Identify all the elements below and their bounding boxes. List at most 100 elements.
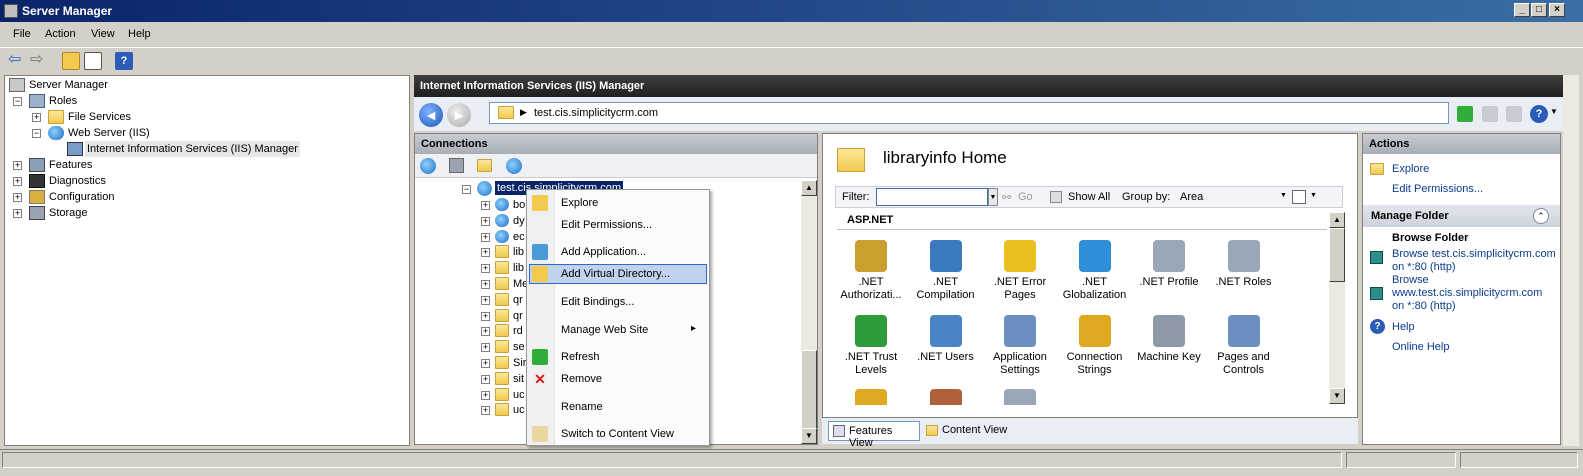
expand-toggle[interactable]: + [13,193,22,202]
menu-file[interactable]: File [13,28,31,40]
expand-toggle[interactable]: + [481,327,490,337]
feature-tile[interactable]: .NET Trust Levels [835,315,907,377]
link-line: www.test.cis.simplicitycrm.com [1392,287,1543,299]
expand-toggle[interactable]: + [481,343,490,353]
expand-toggle[interactable]: + [13,177,22,186]
context-menu-item[interactable]: Remove [561,369,602,389]
menu-view[interactable]: View [91,28,115,40]
group-by-chevron-icon[interactable]: ▼ [1280,192,1287,199]
expand-toggle[interactable]: + [481,374,490,384]
up-folder-icon[interactable] [477,159,492,172]
action-edit-permissions[interactable]: Edit Permissions... [1392,183,1483,196]
action-online-help[interactable]: Online Help [1392,341,1449,354]
context-menu-item[interactable]: Refresh [561,347,600,367]
close-button[interactable]: × [1549,3,1565,17]
context-menu-item[interactable]: Explore [561,193,598,213]
scroll-thumb[interactable] [1329,228,1345,282]
iis-manager-icon [67,142,83,156]
chevron-down-icon[interactable]: ▼ [1550,107,1558,116]
view-mode-icon[interactable] [1292,190,1306,204]
expand-toggle[interactable]: + [481,390,490,400]
feature-tile[interactable]: .NET Compilation [910,240,982,302]
feature-tile[interactable]: Pages and Controls [1208,315,1280,377]
feature-tile[interactable]: .NET Roles [1208,240,1280,289]
feature-tile[interactable]: .NET Authorizati... [835,240,907,302]
context-menu-item[interactable]: Edit Permissions... [561,215,652,235]
back-icon[interactable]: ◄ [419,103,443,127]
delete-connection-icon[interactable] [506,158,522,174]
back-icon[interactable]: ⇦ [8,52,26,70]
forward-icon[interactable]: ⇨ [30,52,48,70]
connect-icon[interactable] [420,158,436,174]
expand-toggle[interactable]: + [481,216,490,226]
feature-tile[interactable]: .NET Error Pages [984,240,1056,302]
context-menu-item[interactable]: Switch to Content View [561,424,674,444]
features-scrollbar[interactable]: ▲ ▼ [1329,212,1345,404]
filter-dropdown-chevron-icon[interactable]: ▼ [988,188,998,206]
feature-tile-partial-icon[interactable] [1004,389,1036,405]
view-mode-chevron-icon[interactable]: ▼ [1310,192,1317,199]
up-folder-icon[interactable] [62,52,80,70]
scroll-down-icon[interactable]: ▼ [1329,388,1345,404]
feature-tile[interactable]: Machine Key [1133,315,1205,364]
collapse-toggle[interactable]: − [32,129,41,138]
feature-tile[interactable]: .NET Users [910,315,982,364]
help-icon[interactable]: ? [115,52,133,70]
filter-input[interactable] [876,188,988,206]
tab-features-view[interactable]: Features View [828,421,920,449]
scroll-up-icon[interactable]: ▲ [801,180,817,196]
scroll-thumb[interactable] [801,350,817,430]
tab-content-view[interactable]: Content View [924,421,1014,441]
scroll-down-icon[interactable]: ▼ [801,428,817,444]
go-button[interactable]: Go [1018,191,1033,203]
feature-tile[interactable]: Connection Strings [1059,315,1131,377]
minimize-button[interactable]: _ [1514,3,1530,17]
menu-action[interactable]: Action [45,28,76,40]
context-menu-item[interactable]: Add Virtual Directory... [561,264,670,284]
feature-tile-partial-icon[interactable] [855,389,887,405]
save-icon[interactable] [449,158,464,173]
folder-icon [495,277,509,290]
expand-toggle[interactable]: + [481,295,490,305]
help-icon[interactable]: ? [1530,105,1548,123]
feature-tile[interactable]: Application Settings [984,315,1056,377]
expand-toggle[interactable]: + [481,406,490,416]
feature-tile[interactable]: .NET Profile [1133,240,1205,289]
show-all-button[interactable]: Show All [1068,191,1110,203]
context-menu-item[interactable]: Add Application... [561,242,646,262]
expand-toggle[interactable]: + [481,280,490,289]
expand-toggle[interactable]: + [481,248,490,258]
expand-toggle[interactable]: + [481,311,490,321]
action-help[interactable]: Help [1392,321,1415,334]
action-explore[interactable]: Explore [1392,163,1429,176]
feature-tile-partial-icon[interactable] [930,389,962,405]
action-browse-1[interactable]: Browse test.cis.simplicitycrm.com on *:8… [1392,248,1558,274]
collapse-icon[interactable]: ⌃ [1533,208,1549,224]
refresh-icon[interactable] [1457,106,1473,122]
forward-icon[interactable]: ► [447,103,471,127]
action-browse-2[interactable]: Browse www.test.cis.simplicitycrm.com on… [1392,274,1560,313]
context-menu-item[interactable]: Edit Bindings... [561,292,634,312]
group-by-select[interactable]: Area [1180,191,1280,203]
scroll-up-icon[interactable]: ▲ [1329,212,1345,228]
context-menu-item[interactable]: Manage Web Site [561,320,648,340]
connections-scrollbar[interactable]: ▲ ▼ [801,180,817,444]
menu-help[interactable]: Help [128,28,151,40]
expand-toggle[interactable]: + [32,113,41,122]
right-edge-scrollbar[interactable] [1563,75,1579,446]
expand-toggle[interactable]: + [481,359,490,368]
show-hide-console-tree-icon[interactable] [84,52,102,70]
expand-toggle[interactable]: + [481,201,490,210]
context-menu-item[interactable]: Rename [561,397,603,417]
maximize-button[interactable]: □ [1531,3,1547,17]
collapse-toggle[interactable]: − [13,97,22,106]
expand-toggle[interactable]: + [13,209,22,218]
expand-toggle[interactable]: + [13,161,22,170]
stop-icon[interactable] [1482,106,1498,122]
feature-tile[interactable]: .NET Globalization [1059,240,1131,302]
collapse-toggle[interactable]: − [462,185,471,194]
home-icon[interactable] [1506,106,1522,122]
expand-toggle[interactable]: + [481,264,490,274]
address-field[interactable]: ▶ test.cis.simplicitycrm.com [489,102,1449,124]
expand-toggle[interactable]: + [481,232,490,242]
